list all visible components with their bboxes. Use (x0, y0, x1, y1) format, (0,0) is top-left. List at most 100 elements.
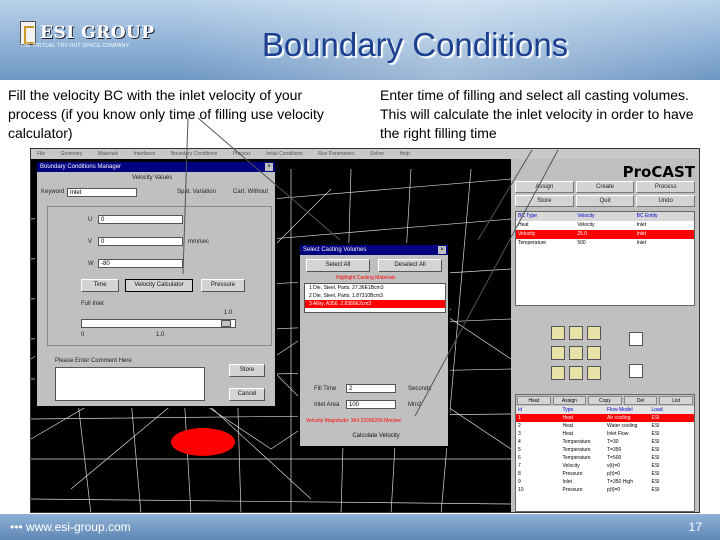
footer-url-text[interactable]: www.esi-group.com (26, 520, 131, 534)
menu-item-interfaces[interactable]: Interfaces (133, 151, 155, 157)
table-cell: Inlet (636, 240, 647, 246)
deselect-all-button[interactable]: Deselect All (378, 259, 442, 272)
w-velocity-field[interactable]: -80 (98, 259, 183, 268)
footer-url[interactable]: ••• www.esi-group.com (10, 520, 131, 534)
tab-list[interactable]: List (659, 396, 693, 405)
table-row[interactable]: 2 Heat Water cooling ESI (516, 422, 694, 430)
undo-button[interactable]: Undo (636, 195, 695, 207)
pencil-icon[interactable] (551, 326, 565, 340)
time-button[interactable]: Time (81, 279, 119, 292)
cancel-button[interactable]: Cancel (229, 388, 265, 401)
create-button[interactable]: Create (575, 181, 635, 193)
table-row[interactable]: 6 Temperature T=500 ESI (516, 454, 694, 462)
calculate-velocity-button[interactable]: Calculate Velocity (336, 431, 416, 444)
pressure-button[interactable]: Pressure (201, 279, 245, 292)
u-label: U (88, 217, 93, 223)
table-row-selected[interactable]: 1 Heat Air cooling ESI (516, 414, 694, 422)
w-label: W (88, 261, 94, 267)
menu-item-geometry[interactable]: Geometry (60, 151, 82, 157)
fill-slider[interactable] (81, 319, 236, 328)
store-button[interactable]: Store (229, 364, 265, 377)
pencil-icon[interactable] (569, 366, 583, 380)
pencil-icon[interactable] (587, 346, 601, 360)
velocity-calculator-button[interactable]: Velocity Calculator (125, 279, 193, 292)
pencil-icon[interactable] (587, 326, 601, 340)
assign-button[interactable]: Assign (515, 181, 574, 193)
pencil-icon[interactable] (587, 366, 601, 380)
bc-toolbar: Assign Create Process Store Quit Undo (515, 181, 695, 207)
tab-copy[interactable]: Copy (588, 396, 622, 405)
bc-dialog-titlebar[interactable]: Boundary Conditions Manager (37, 162, 275, 172)
table-cell: ESI (651, 415, 660, 421)
list-item-selected[interactable]: 3 Alloy, A356, 2.8389E2cm3 (305, 300, 445, 308)
slider-knob[interactable] (221, 320, 231, 327)
pencil-icon[interactable] (551, 346, 565, 360)
bc-header-value: Velocity (577, 213, 595, 219)
table-cell: 3 (518, 431, 521, 437)
pencil-icon[interactable] (569, 346, 583, 360)
keyword-field[interactable]: Inlet (67, 188, 137, 197)
table-cell: p(t)=0 (607, 487, 621, 493)
menu-item-help[interactable]: Help (400, 151, 410, 157)
tool-icon-pad (547, 324, 643, 384)
pencil-icon[interactable] (569, 326, 583, 340)
u-velocity-field[interactable]: 0 (98, 215, 183, 224)
table-row[interactable]: 9 Inlet T=350 High ESI (516, 478, 694, 486)
section-label: Velocity Values (132, 175, 173, 181)
bc-header-type: BC Type (518, 213, 538, 219)
menu-item-process[interactable]: Process (233, 151, 251, 157)
grid-icon[interactable] (629, 364, 643, 378)
menu-item-run-parameters[interactable]: Run Parameters (318, 151, 354, 157)
menu-item-boundary-conditions[interactable]: Boundary Conditions (171, 151, 217, 157)
inlet-area-field[interactable]: 100 (346, 400, 396, 409)
table-cell: v(t)=0 (607, 463, 620, 469)
tab-assign[interactable]: Assign (552, 396, 587, 405)
cast-dialog-titlebar[interactable]: Select Casting Volumes (300, 245, 448, 255)
table-row[interactable]: 3 Heat Inlet Flow ESI (516, 430, 694, 438)
notes-textarea[interactable] (55, 367, 205, 401)
tab-heat[interactable]: Heat (517, 396, 551, 405)
menu-item-file[interactable]: File (37, 151, 45, 157)
table-row[interactable]: 7 Velocity v(t)=0 ESI (516, 462, 694, 470)
table-cell: 500 (577, 240, 586, 246)
table-row-selected[interactable]: Velocity 25.0 Inlet (516, 230, 694, 239)
table-cell: 7 (518, 463, 521, 469)
close-icon[interactable]: × (265, 163, 273, 171)
quit-button[interactable]: Quit (575, 195, 635, 207)
bc-list-table: BC Type Velocity BC Entity Heat Velocity… (515, 211, 695, 306)
pencil-icon[interactable] (551, 366, 565, 380)
table-cell: Temperature (562, 447, 591, 453)
table-row[interactable]: 10 Pressure p(t)=0 ESI (516, 486, 694, 494)
select-all-button[interactable]: Select All (306, 259, 370, 272)
tab-delete[interactable]: Del (623, 396, 658, 405)
table-row[interactable]: 8 Pressure p(t)=0 ESI (516, 470, 694, 478)
fill-time-field[interactable]: 2 (346, 384, 396, 393)
table-cell: Pressure (562, 487, 583, 493)
list-item[interactable]: 2 Die, Steel, Parts, 1.87310Bcm3 (305, 292, 445, 300)
store-button[interactable]: Store (515, 195, 574, 207)
list-item[interactable]: 1 Die, Steel, Parts, 27.36E1Bcm3 (305, 284, 445, 292)
table-row[interactable]: 5 Temperature T=350 ESI (516, 446, 694, 454)
close-icon[interactable]: × (438, 246, 446, 254)
menu-item-solver[interactable]: Solver (370, 151, 384, 157)
menu-item-initial-conditions[interactable]: Initial Conditions (266, 151, 303, 157)
table-row[interactable]: 4 Temperature T=30 ESI (516, 438, 694, 446)
menu-item-materials[interactable]: Materials (98, 151, 118, 157)
slide-header: ESI GROUP THE VIRTUAL TRY-OUT SPACE COMP… (0, 0, 720, 80)
table-cell: ESI (651, 471, 660, 477)
table-cell: T=350 High (607, 479, 633, 485)
notes-label: Please Enter Comment Here (55, 358, 132, 364)
table-cell: Temperature (562, 439, 591, 445)
table-cell: Inlet (636, 222, 647, 228)
table-row[interactable]: Temperature 500 Inlet (516, 239, 694, 248)
table-row[interactable]: Heat Velocity Inlet (516, 221, 694, 230)
table-cell: T=350 (607, 447, 622, 453)
table-cell: 1 (518, 415, 521, 421)
v-velocity-field[interactable]: 0 (98, 237, 183, 246)
page-number: 17 (688, 520, 702, 534)
units-label: mm/sec (188, 239, 209, 245)
process-button[interactable]: Process (636, 181, 695, 193)
slider-mid-label: 1.0 (156, 332, 165, 338)
table-cell: ESI (651, 455, 660, 461)
grid-icon[interactable] (629, 332, 643, 346)
